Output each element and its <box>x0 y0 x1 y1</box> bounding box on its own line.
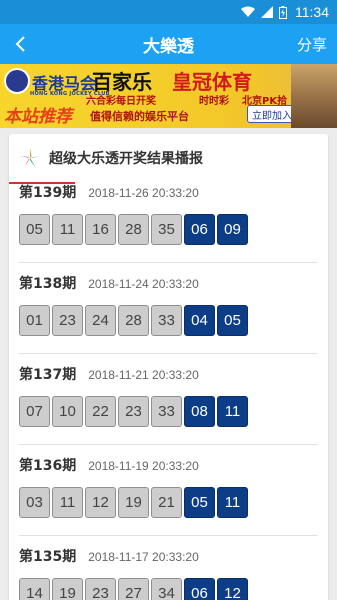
draw-header: 第136期 2018-11-19 20:33:20 <box>19 455 318 475</box>
draw-spacer <box>9 263 328 273</box>
draw-date: 2018-11-21 20:33:20 <box>88 368 199 382</box>
front-ball: 14 <box>19 578 50 600</box>
draw-spacer <box>9 536 328 546</box>
draw-balls: 05 11 16 28 35 06 09 <box>19 214 318 245</box>
app-bar: 大樂透 分享 <box>0 24 337 64</box>
back-ball: 06 <box>184 578 215 600</box>
chevron-left-icon <box>15 36 25 52</box>
page-title: 大樂透 <box>143 36 194 57</box>
front-ball: 35 <box>151 214 182 245</box>
draw-issue: 第138期 <box>19 276 77 292</box>
draw-header: 第139期 2018-11-26 20:33:20 <box>19 182 318 202</box>
signal-icon <box>261 6 273 18</box>
front-ball: 34 <box>151 578 182 600</box>
status-bar: 11:34 <box>0 0 337 24</box>
draw-balls: 07 10 22 23 33 08 11 <box>19 396 318 427</box>
back-button[interactable] <box>0 24 40 64</box>
front-ball: 05 <box>19 214 50 245</box>
banner-shishicai: 时时彩 <box>199 96 229 107</box>
back-ball: 09 <box>217 214 248 245</box>
front-ball: 12 <box>85 487 116 518</box>
front-ball: 28 <box>118 214 149 245</box>
draw-item[interactable]: 第136期 2018-11-19 20:33:20 03 11 12 19 21 05 11 <box>9 455 328 518</box>
front-ball: 07 <box>19 396 50 427</box>
front-ball: 11 <box>52 487 83 518</box>
results-card: 超级大乐透开奖结果播报 第139期 2018-11-26 20:33:20 05 11… <box>9 134 328 600</box>
front-ball: 11 <box>52 214 83 245</box>
banner-slogan: 值得信赖的娱乐平台 <box>90 110 189 123</box>
back-ball: 11 <box>217 396 248 427</box>
front-ball: 27 <box>118 578 149 600</box>
front-ball: 33 <box>151 396 182 427</box>
banner-recommend: 本站推荐 <box>4 107 72 127</box>
card-header: 超级大乐透开奖结果播报 <box>9 134 328 182</box>
battery-icon <box>279 5 287 19</box>
status-time: 11:34 <box>295 4 329 20</box>
draw-item[interactable]: 第138期 2018-11-24 20:33:20 01 23 24 28 33 04 05 <box>9 273 328 336</box>
back-ball: 12 <box>217 578 248 600</box>
draw-balls: 14 19 23 27 34 06 12 <box>19 578 318 600</box>
banner-liuhe: 六合彩每日开奖 <box>86 96 156 107</box>
draw-issue: 第137期 <box>19 367 77 383</box>
draw-spacer <box>9 445 328 455</box>
join-button[interactable]: 立即加入 <box>247 105 297 123</box>
draw-header: 第137期 2018-11-21 20:33:20 <box>19 364 318 384</box>
draw-list: 第139期 2018-11-26 20:33:20 05 11 16 28 35 06 09 第1… <box>9 182 328 600</box>
front-ball: 19 <box>52 578 83 600</box>
front-ball: 23 <box>52 305 83 336</box>
front-ball: 10 <box>52 396 83 427</box>
back-ball: 11 <box>217 487 248 518</box>
banner-model-image <box>291 64 337 128</box>
banner-huangguan: 皇冠体育 <box>172 70 252 94</box>
back-ball: 04 <box>184 305 215 336</box>
front-ball: 33 <box>151 305 182 336</box>
draw-date: 2018-11-26 20:33:20 <box>88 186 199 200</box>
wifi-icon <box>241 6 255 18</box>
back-ball: 05 <box>184 487 215 518</box>
draw-balls: 03 11 12 19 21 05 11 <box>19 487 318 518</box>
draw-issue: 第136期 <box>19 458 77 474</box>
draw-issue: 第135期 <box>19 549 77 565</box>
draw-balls: 01 23 24 28 33 04 05 <box>19 305 318 336</box>
front-ball: 24 <box>85 305 116 336</box>
draw-date: 2018-11-24 20:33:20 <box>88 277 199 291</box>
front-ball: 01 <box>19 305 50 336</box>
front-ball: 03 <box>19 487 50 518</box>
draw-issue: 第139期 <box>19 185 77 201</box>
draw-header: 第135期 2018-11-17 20:33:20 <box>19 546 318 566</box>
back-ball: 05 <box>217 305 248 336</box>
draw-item[interactable]: 第139期 2018-11-26 20:33:20 05 11 16 28 35 06 09 <box>9 182 328 245</box>
jockey-club-logo <box>4 68 30 94</box>
title-accent-line <box>9 182 75 184</box>
front-ball: 19 <box>118 487 149 518</box>
card-title: 超级大乐透开奖结果播报 <box>49 151 203 167</box>
share-button[interactable]: 分享 <box>297 34 327 55</box>
front-ball: 28 <box>118 305 149 336</box>
draw-date: 2018-11-17 20:33:20 <box>88 550 199 564</box>
draw-item[interactable]: 第137期 2018-11-21 20:33:20 07 10 22 23 33 08 11 <box>9 364 328 427</box>
draw-date: 2018-11-19 20:33:20 <box>88 459 199 473</box>
pinwheel-star-icon <box>20 148 40 168</box>
back-ball: 08 <box>184 396 215 427</box>
ad-banner[interactable]: 香港马会 HONG KONG JOCKEY CLUB 百家乐 皇冠体育 六合彩每… <box>0 64 337 128</box>
draw-header: 第138期 2018-11-24 20:33:20 <box>19 273 318 293</box>
draw-spacer <box>9 354 328 364</box>
banner-baijia: 百家乐 <box>92 70 152 94</box>
front-ball: 23 <box>118 396 149 427</box>
front-ball: 22 <box>85 396 116 427</box>
front-ball: 23 <box>85 578 116 600</box>
draw-item[interactable]: 第135期 2018-11-17 20:33:20 14 19 23 27 34 06 12 <box>9 546 328 600</box>
back-ball: 06 <box>184 214 215 245</box>
front-ball: 21 <box>151 487 182 518</box>
front-ball: 16 <box>85 214 116 245</box>
